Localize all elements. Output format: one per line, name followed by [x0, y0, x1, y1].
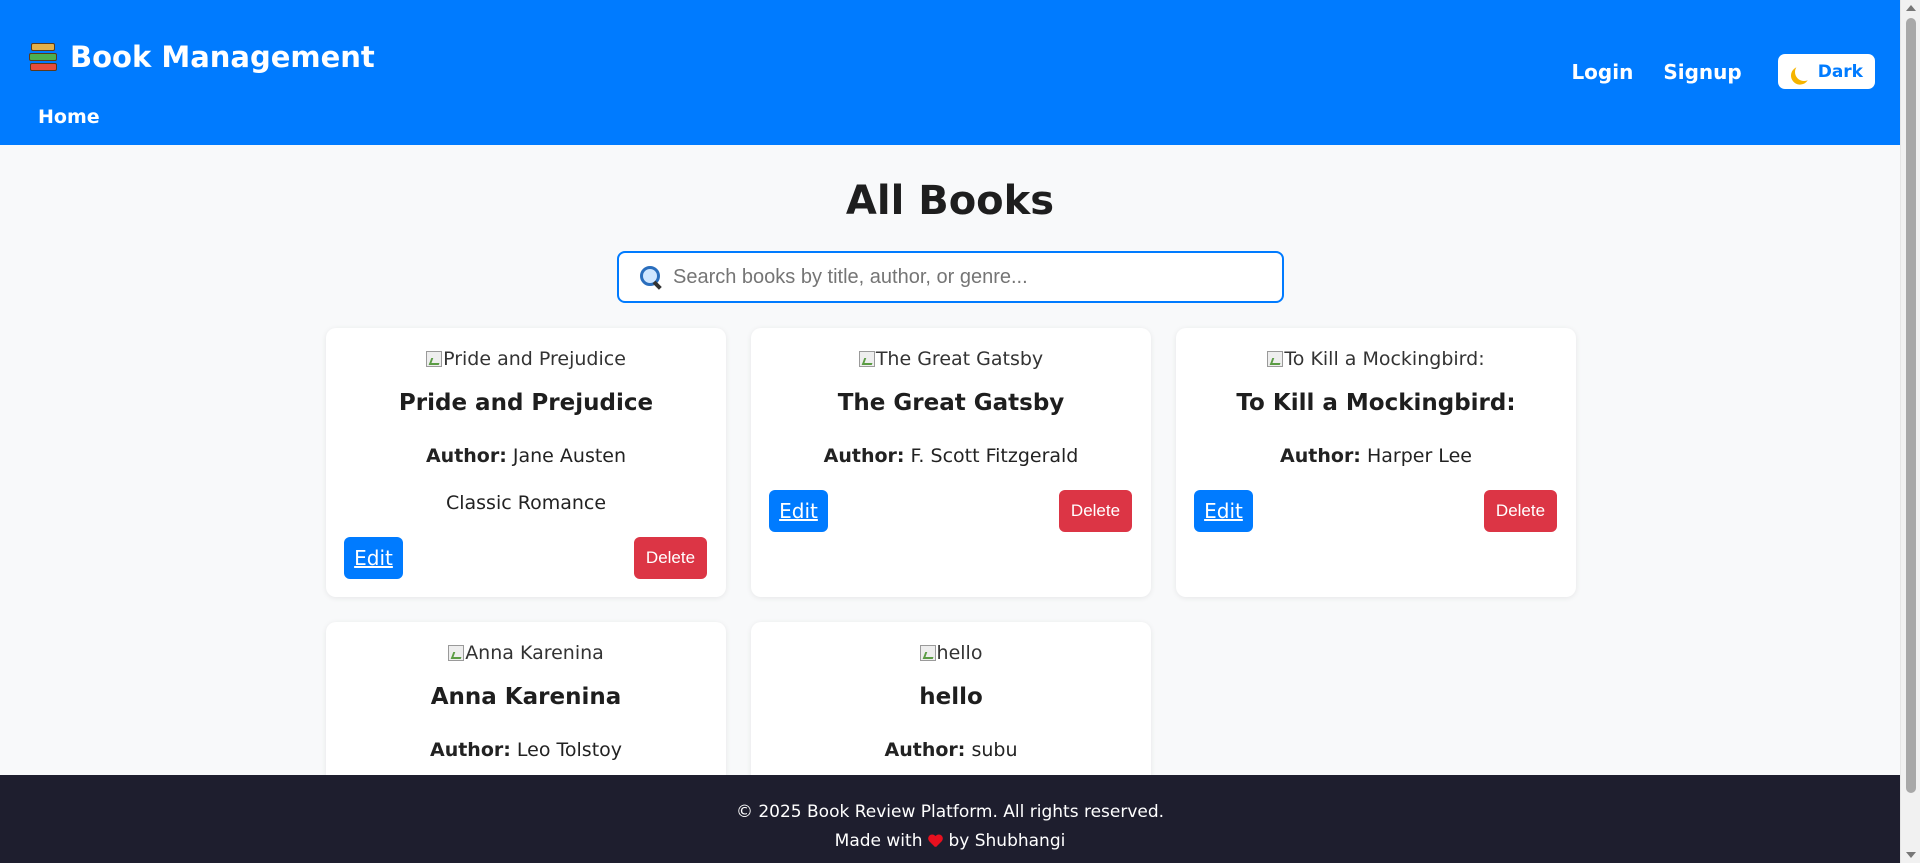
- delete-button[interactable]: Delete: [1484, 490, 1557, 532]
- book-author: Author: Harper Lee: [1280, 445, 1472, 467]
- navbar: Book Management Home Login Signup Dark: [0, 0, 1900, 145]
- broken-image-icon: [919, 645, 936, 661]
- scrollbar-thumb[interactable]: [1906, 18, 1916, 793]
- login-link[interactable]: Login: [1571, 60, 1633, 84]
- brand[interactable]: Book Management: [28, 40, 375, 74]
- footer-copyright: © 2025 Book Review Platform. All rights …: [735, 802, 1165, 822]
- scroll-down-arrow-icon[interactable]: [1906, 852, 1916, 858]
- footer-made-with: Made with by Shubhangi: [834, 831, 1066, 851]
- broken-image-icon: [1267, 351, 1284, 367]
- edit-button[interactable]: Edit: [769, 490, 828, 532]
- edit-button[interactable]: Edit: [1194, 490, 1253, 532]
- moon-icon: [1792, 60, 1815, 83]
- book-title: To Kill a Mockingbird:: [1236, 390, 1516, 416]
- book-cover-image: The Great Gatsby: [751, 348, 1151, 370]
- books-icon: [28, 42, 58, 72]
- dark-mode-button[interactable]: Dark: [1777, 54, 1875, 89]
- broken-image-icon: [448, 645, 465, 661]
- search-box: [617, 251, 1284, 303]
- book-author: Author: Leo Tolstoy: [429, 739, 623, 761]
- broken-image-icon: [858, 351, 875, 367]
- nav-home-link[interactable]: Home: [38, 106, 100, 128]
- delete-button[interactable]: Delete: [1059, 490, 1132, 532]
- book-author: Author: F. Scott Fitzgerald: [823, 445, 1079, 467]
- book-cover-image: Pride and Prejudice: [326, 348, 726, 370]
- scrollbar[interactable]: [1900, 0, 1920, 863]
- book-author: Author: subu: [884, 739, 1018, 761]
- heart-icon: [928, 835, 942, 847]
- edit-button[interactable]: Edit: [344, 537, 403, 579]
- signup-link[interactable]: Signup: [1663, 60, 1741, 84]
- book-card: To Kill a Mockingbird: To Kill a Mocking…: [1176, 328, 1576, 597]
- delete-button[interactable]: Delete: [634, 537, 707, 579]
- book-title: Anna Karenina: [430, 684, 622, 710]
- book-cover-image: Anna Karenina: [326, 642, 726, 664]
- scroll-up-arrow-icon[interactable]: [1906, 5, 1916, 11]
- book-author: Author: Jane Austen: [425, 445, 627, 467]
- book-card: The Great Gatsby The Great Gatsby Author…: [751, 328, 1151, 597]
- dark-mode-label: Dark: [1817, 61, 1863, 82]
- brand-title: Book Management: [70, 40, 375, 74]
- book-cover-image: hello: [751, 642, 1151, 664]
- footer: © 2025 Book Review Platform. All rights …: [0, 775, 1900, 863]
- book-cover-image: To Kill a Mockingbird:: [1176, 348, 1576, 370]
- book-title: Pride and Prejudice: [398, 390, 654, 416]
- nav-right: Login Signup Dark: [1571, 54, 1875, 89]
- search-icon: [639, 265, 663, 289]
- search-input[interactable]: [673, 253, 1282, 301]
- book-title: hello: [919, 684, 983, 710]
- book-title: The Great Gatsby: [837, 390, 1065, 416]
- broken-image-icon: [426, 351, 443, 367]
- page-title: All Books: [845, 178, 1055, 224]
- book-genre: Classic Romance: [445, 492, 607, 514]
- book-card: Pride and Prejudice Pride and Prejudice …: [326, 328, 726, 597]
